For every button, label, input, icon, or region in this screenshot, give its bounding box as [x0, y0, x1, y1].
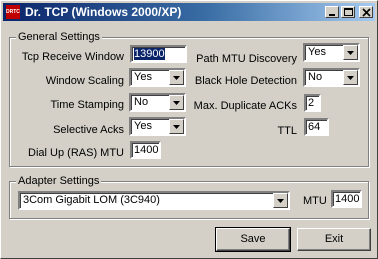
- close-button[interactable]: [359, 6, 373, 18]
- chevron-down-icon: [173, 101, 180, 105]
- dialup-mtu-field[interactable]: 1400: [130, 141, 161, 159]
- max-duplicate-acks-field[interactable]: 2: [304, 94, 321, 112]
- window-title: Dr. TCP (Windows 2000/XP): [25, 5, 182, 19]
- adapter-settings-legend: Adapter Settings: [16, 175, 102, 187]
- minimize-icon: [329, 14, 335, 16]
- window-scaling-select[interactable]: Yes: [129, 68, 186, 87]
- chevron-down-icon: [173, 76, 180, 80]
- chevron-down-icon: [347, 76, 354, 80]
- adapter-mtu-field[interactable]: 1400: [331, 190, 362, 208]
- black-hole-detection-select[interactable]: No: [303, 68, 360, 87]
- path-mtu-discovery-label: Path MTU Discovery: [196, 53, 297, 65]
- app-icon: DRTCP: [6, 5, 20, 19]
- dialup-mtu-label: Dial Up (RAS) MTU: [28, 147, 124, 159]
- maximize-button[interactable]: [341, 6, 355, 18]
- selective-acks-label: Selective Acks: [53, 124, 124, 136]
- maximize-icon: [344, 8, 353, 16]
- black-hole-detection-value: No: [308, 71, 323, 83]
- save-button[interactable]: Save: [215, 227, 291, 252]
- selective-acks-dropdown-button[interactable]: [169, 119, 184, 134]
- tcp-receive-window-field[interactable]: 13900: [130, 45, 187, 63]
- app-window: DRTCP Dr. TCP (Windows 2000/XP) General …: [0, 0, 378, 259]
- chevron-down-icon: [347, 51, 354, 55]
- exit-button[interactable]: Exit: [297, 228, 371, 251]
- adapter-mtu-label: MTU: [303, 195, 327, 207]
- tcp-receive-window-value: 13900: [134, 48, 165, 60]
- selective-acks-value: Yes: [134, 120, 152, 132]
- chevron-down-icon: [277, 199, 284, 203]
- title-bar[interactable]: DRTCP Dr. TCP (Windows 2000/XP): [3, 3, 375, 21]
- adapter-dropdown-button[interactable]: [273, 193, 288, 208]
- window-scaling-value: Yes: [134, 71, 152, 83]
- close-icon: [362, 8, 371, 17]
- black-hole-detection-label: Black Hole Detection: [194, 75, 297, 87]
- path-mtu-discovery-dropdown-button[interactable]: [343, 45, 358, 60]
- time-stamping-select[interactable]: No: [129, 93, 186, 112]
- window-scaling-label: Window Scaling: [45, 75, 124, 87]
- time-stamping-label: Time Stamping: [50, 99, 124, 111]
- minimize-button[interactable]: [325, 6, 339, 18]
- adapter-value: 3Com Gigabit LOM (3C940): [23, 194, 160, 206]
- window-scaling-dropdown-button[interactable]: [169, 70, 184, 85]
- selective-acks-select[interactable]: Yes: [129, 117, 186, 136]
- path-mtu-discovery-value: Yes: [308, 46, 326, 58]
- ttl-label: TTL: [277, 125, 297, 137]
- time-stamping-dropdown-button[interactable]: [169, 95, 184, 110]
- time-stamping-value: No: [134, 96, 149, 108]
- ttl-field[interactable]: 64: [304, 118, 329, 136]
- adapter-select[interactable]: 3Com Gigabit LOM (3C940): [18, 191, 290, 210]
- tcp-receive-window-label: Tcp Receive Window: [21, 51, 124, 63]
- path-mtu-discovery-select[interactable]: Yes: [303, 43, 360, 62]
- black-hole-detection-dropdown-button[interactable]: [343, 70, 358, 85]
- chevron-down-icon: [173, 125, 180, 129]
- general-settings-legend: General Settings: [16, 31, 102, 43]
- max-duplicate-acks-label: Max. Duplicate ACKs: [193, 100, 297, 112]
